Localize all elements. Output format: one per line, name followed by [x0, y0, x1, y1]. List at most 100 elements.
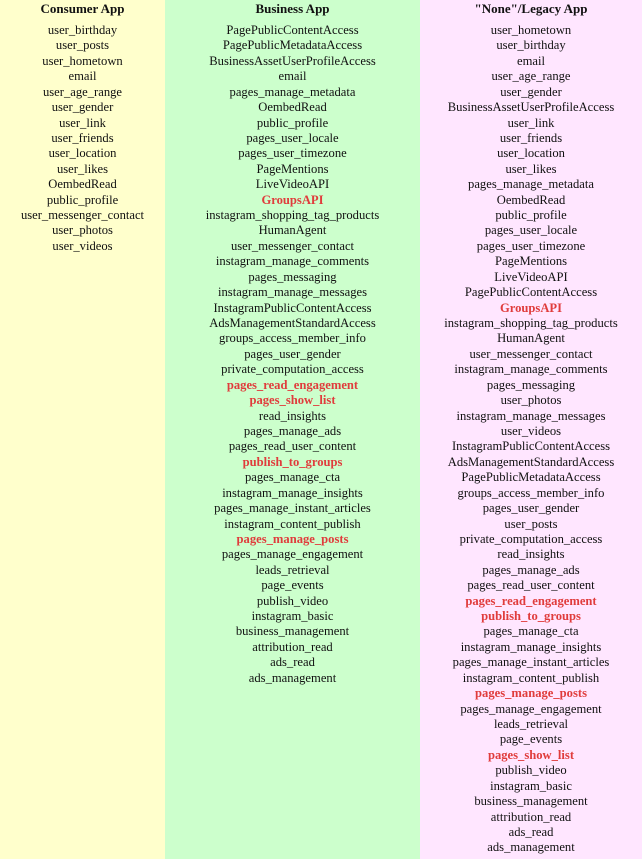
permission-item: user_photos: [500, 393, 562, 408]
permission-item: OembedRead: [496, 192, 566, 207]
permission-item: PageMentions: [494, 254, 568, 269]
permission-item: ads_read: [508, 824, 554, 839]
permission-item: user_hometown: [490, 23, 572, 37]
permission-item-highlighted: pages_show_list: [249, 393, 336, 408]
permission-item-highlighted: GroupsAPI: [499, 300, 563, 315]
permission-item: user_link: [507, 115, 555, 130]
permission-item: pages_manage_ads: [243, 423, 342, 438]
permission-item: PagePublicMetadataAccess: [222, 38, 363, 53]
permission-item: user_likes: [505, 161, 557, 176]
permission-item: instagram_manage_insights: [222, 485, 363, 500]
permission-item: page_events: [499, 732, 563, 747]
permission-item: business_management: [474, 794, 588, 809]
permission-item: AdsManagementStandardAccess: [209, 316, 376, 331]
permission-item: pages_manage_engagement: [221, 547, 364, 562]
permission-item: pages_messaging: [248, 269, 337, 284]
permission-item: email: [517, 53, 545, 68]
permission-item: ads_management: [248, 670, 337, 685]
permission-item: LiveVideoAPI: [494, 269, 568, 284]
permission-item: pages_read_user_content: [228, 439, 357, 454]
permission-item: instagram_manage_messages: [456, 408, 606, 423]
permission-list: user_hometown user_birthday email user_age_…: [420, 23, 642, 856]
permission-item: user_posts: [55, 38, 110, 53]
permission-item: pages_manage_metadata: [229, 84, 356, 99]
permission-item: InstagramPublicContentAccess: [451, 439, 611, 454]
column-header: "None"/Legacy App: [474, 1, 588, 16]
permission-item: user_birthday: [496, 38, 566, 53]
permission-list: user_birthday user_posts user_hometown emai…: [0, 23, 165, 254]
permission-item-highlighted: pages_read_engagement: [226, 377, 359, 392]
permission-item: LiveVideoAPI: [255, 177, 330, 192]
permission-item: instagram_manage_insights: [460, 639, 602, 654]
permission-item: leads_retrieval: [493, 716, 569, 731]
permission-item: publish_video: [495, 763, 567, 778]
permission-item: pages_user_locale: [484, 223, 578, 238]
permission-item: public_profile: [256, 115, 329, 130]
permission-item: groups_access_member_info: [219, 331, 366, 346]
permission-item: OembedRead: [48, 177, 117, 192]
permission-item: page_events: [261, 578, 324, 593]
permission-item: ads_read: [270, 655, 315, 670]
permission-item: read_insights: [258, 408, 327, 423]
permission-item-highlighted: pages_read_engagement: [465, 593, 597, 608]
permission-item: attribution_read: [252, 639, 333, 654]
permission-item: instagram_basic: [490, 778, 572, 793]
permission-item: pages_user_timezone: [476, 238, 586, 253]
permission-item: instagram_content_publish: [224, 516, 361, 531]
column-consumer-app: Consumer App user_birthday user_posts user…: [0, 0, 165, 859]
permission-item-highlighted: GroupsAPI: [261, 192, 324, 207]
permission-item: AdsManagementStandardAccess: [447, 454, 615, 469]
permission-item-highlighted: pages_manage_posts: [236, 531, 349, 546]
permission-item: public_profile: [46, 192, 119, 207]
permission-item: instagram_manage_comments: [454, 362, 608, 377]
permission-item: user_posts: [504, 516, 558, 531]
permission-item: user_messenger_contact: [20, 208, 145, 223]
permission-item: business_management: [235, 624, 350, 639]
permission-item: pages_read_user_content: [467, 578, 595, 593]
permission-item: attribution_read: [490, 809, 572, 824]
permission-item: OembedRead: [258, 100, 327, 115]
permission-item: pages_user_locale: [246, 130, 339, 145]
permission-item: user_location: [497, 146, 565, 161]
permission-item: email: [278, 69, 307, 84]
permission-item: instagram_manage_messages: [218, 285, 367, 300]
permission-item: pages_manage_metadata: [468, 177, 594, 192]
permission-item: pages_user_gender: [244, 346, 341, 361]
permission-item: user_age_range: [491, 69, 571, 84]
permission-item: BusinessAssetUserProfileAccess: [447, 100, 615, 115]
permission-item: email: [68, 69, 97, 84]
permission-item: user_videos: [52, 238, 113, 253]
permission-item: user_hometown: [42, 53, 123, 68]
permission-item: user_friends: [51, 130, 114, 145]
permission-item: publish_video: [256, 593, 329, 608]
permission-item: pages_user_timezone: [238, 146, 347, 161]
permission-list: PagePublicContentAccess PagePublicMetadat…: [165, 23, 420, 686]
permission-item-highlighted: publish_to_groups: [481, 609, 581, 624]
permission-item: ads_management: [487, 840, 575, 855]
permission-item: instagram_manage_comments: [215, 254, 370, 269]
permission-item: public_profile: [495, 208, 567, 223]
permission-item: user_age_range: [42, 84, 123, 99]
permission-item: pages_manage_cta: [483, 624, 579, 639]
permission-item: PageMentions: [256, 161, 329, 176]
column-business-app: Business App PagePublicContentAccess Page…: [165, 0, 420, 859]
permission-item: PagePublicContentAccess: [464, 285, 598, 300]
permission-item: read_insights: [497, 547, 565, 562]
permission-item: pages_manage_engagement: [460, 701, 602, 716]
permission-item: groups_access_member_info: [457, 485, 605, 500]
permission-item: pages_messaging: [486, 377, 576, 392]
permission-item: pages_manage_instant_articles: [452, 655, 610, 670]
column-header: Consumer App: [40, 1, 125, 16]
permission-item: private_computation_access: [221, 362, 364, 377]
permission-item: user_location: [48, 146, 117, 161]
permission-item: instagram_content_publish: [462, 670, 600, 685]
permission-item: user_birthday: [47, 23, 118, 37]
permission-item: user_likes: [56, 161, 109, 176]
permission-item: HumanAgent: [258, 223, 327, 238]
permission-item: pages_manage_ads: [482, 562, 580, 577]
column-header: Business App: [255, 1, 330, 16]
permission-item: user_friends: [499, 130, 563, 145]
permission-item: user_videos: [500, 423, 562, 438]
permission-item: user_messenger_contact: [230, 238, 355, 253]
permissions-table: Consumer App user_birthday user_posts user…: [0, 0, 642, 859]
